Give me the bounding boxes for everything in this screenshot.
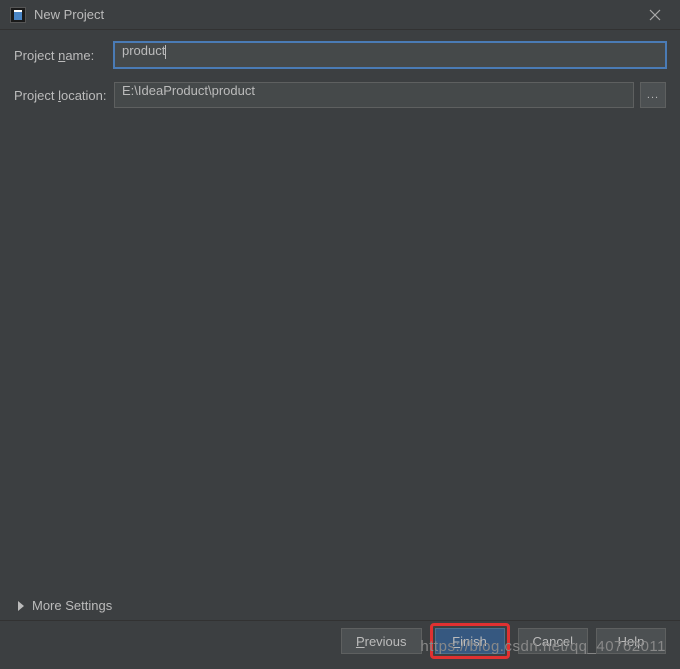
text-cursor xyxy=(165,45,166,59)
more-settings-toggle[interactable]: More Settings xyxy=(18,598,112,613)
help-button[interactable]: Help xyxy=(596,628,666,654)
window-title: New Project xyxy=(34,7,640,22)
separator xyxy=(0,620,680,621)
project-name-label: Project name: xyxy=(14,48,114,63)
more-settings-label: More Settings xyxy=(32,598,112,613)
finish-highlight: Finish xyxy=(430,623,510,659)
app-icon xyxy=(10,7,26,23)
project-location-label: Project location: xyxy=(14,88,114,103)
project-location-input[interactable]: E:\IdeaProduct\product xyxy=(114,82,634,108)
title-bar: New Project xyxy=(0,0,680,30)
close-icon[interactable] xyxy=(640,0,670,30)
project-name-row: Project name: product xyxy=(14,42,666,68)
button-bar: Previous Finish Cancel Help xyxy=(341,623,666,659)
browse-button[interactable]: ... xyxy=(640,82,666,108)
chevron-right-icon xyxy=(18,601,24,611)
project-name-input[interactable]: product xyxy=(114,42,666,68)
project-location-row: Project location: E:\IdeaProduct\product… xyxy=(14,82,666,108)
cancel-button[interactable]: Cancel xyxy=(518,628,588,654)
previous-button[interactable]: Previous xyxy=(341,628,422,654)
finish-button[interactable]: Finish xyxy=(435,628,505,654)
ellipsis-icon: ... xyxy=(647,89,659,101)
dialog-content: Project name: product Project location: … xyxy=(0,30,680,134)
